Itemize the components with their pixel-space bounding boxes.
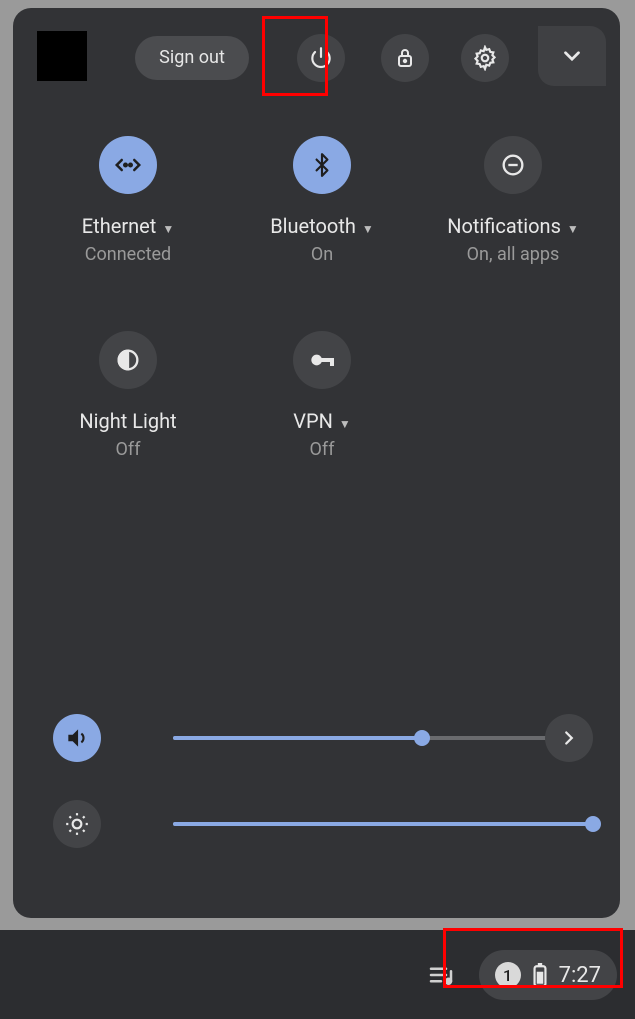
- slider-thumb[interactable]: [414, 730, 430, 746]
- tile-notifications[interactable]: Notifications▼ On, all apps: [418, 136, 608, 265]
- settings-button[interactable]: [461, 34, 509, 82]
- tile-label: Ethernet▼: [33, 214, 223, 238]
- do-not-disturb-icon: [499, 151, 527, 179]
- slider-fill: [173, 736, 422, 740]
- collapse-button[interactable]: [538, 26, 606, 86]
- brightness-row: [53, 794, 593, 854]
- lock-button[interactable]: [381, 34, 429, 82]
- slider-thumb[interactable]: [585, 816, 601, 832]
- brightness-slider[interactable]: [173, 822, 593, 826]
- brightness-icon: [64, 811, 90, 837]
- brightness-button[interactable]: [53, 800, 101, 848]
- tile-status: Off: [227, 439, 417, 460]
- tile-vpn[interactable]: VPN▼ Off: [227, 331, 417, 460]
- tile-bluetooth[interactable]: Bluetooth▼ On: [227, 136, 417, 265]
- lock-icon: [393, 46, 417, 70]
- night-light-icon: [114, 346, 142, 374]
- tile-label: VPN▼: [227, 409, 417, 433]
- chevron-right-icon: [558, 727, 580, 749]
- user-avatar[interactable]: [37, 31, 87, 81]
- gear-icon: [472, 45, 498, 71]
- tile-status: On, all apps: [418, 244, 608, 265]
- slider-fill: [173, 822, 593, 826]
- tile-label: Notifications▼: [418, 214, 608, 238]
- chevron-down-icon: [559, 43, 585, 69]
- volume-icon: [64, 725, 90, 751]
- vpn-key-icon: [306, 344, 338, 376]
- tile-status: On: [227, 244, 417, 265]
- bluetooth-toggle[interactable]: [293, 136, 351, 194]
- volume-row: [53, 708, 593, 768]
- notifications-toggle[interactable]: [484, 136, 542, 194]
- sign-out-button[interactable]: Sign out: [135, 36, 249, 80]
- vpn-toggle[interactable]: [293, 331, 351, 389]
- night-light-toggle[interactable]: [99, 331, 157, 389]
- annotation-highlight-tray: [443, 928, 623, 988]
- tile-status: Connected: [33, 244, 223, 265]
- network-toggle[interactable]: [99, 136, 157, 194]
- tile-label: Bluetooth▼: [227, 214, 417, 238]
- volume-slider[interactable]: [173, 736, 551, 740]
- bluetooth-icon: [309, 152, 335, 178]
- ethernet-icon: [113, 150, 143, 180]
- quick-settings-panel: Sign out Ethernet▼ Connected Bluetooth▼: [13, 8, 620, 918]
- volume-mute-button[interactable]: [53, 714, 101, 762]
- annotation-highlight-power: [262, 16, 328, 96]
- tile-label: Night Light: [33, 409, 223, 433]
- tile-network[interactable]: Ethernet▼ Connected: [33, 136, 223, 265]
- audio-output-button[interactable]: [545, 714, 593, 762]
- tile-status: Off: [33, 439, 223, 460]
- tile-night-light[interactable]: Night Light Off: [33, 331, 223, 460]
